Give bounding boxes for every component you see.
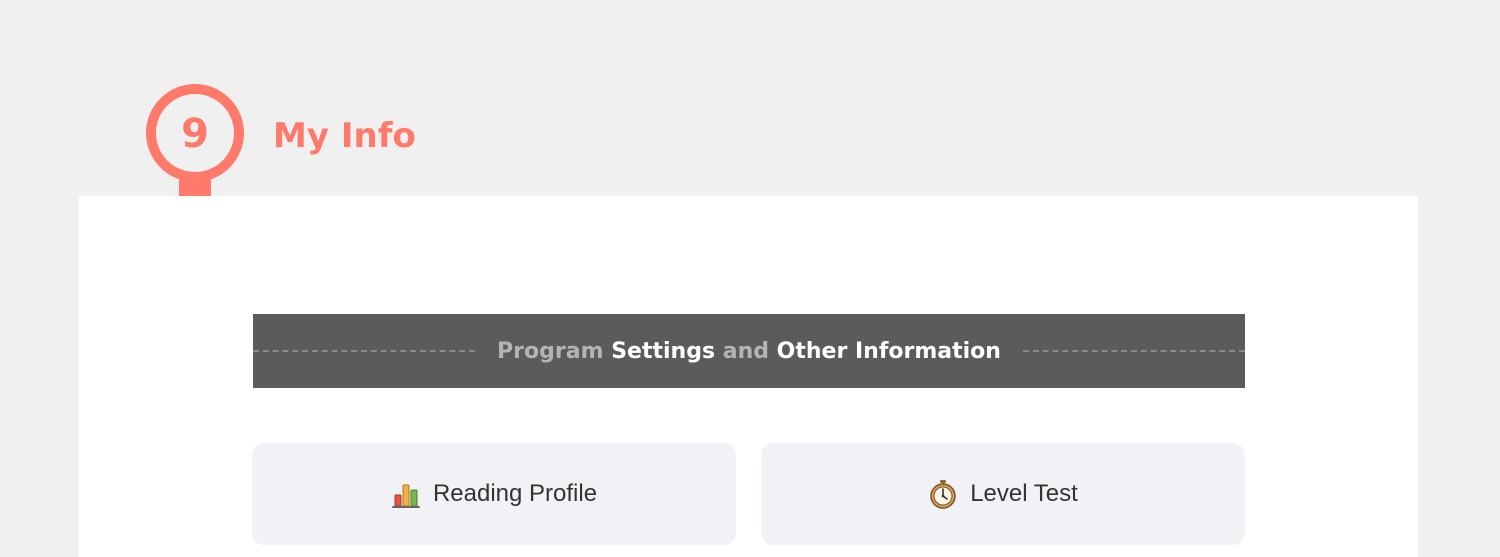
banner-divider-left: [253, 350, 476, 352]
heading-word-other-information: Other Information: [776, 338, 1001, 364]
heading-word-and: and: [722, 338, 769, 364]
level-test-label: Level Test: [970, 480, 1078, 507]
banner-divider-right: [1022, 350, 1245, 352]
reading-profile-button[interactable]: Reading Profile: [252, 443, 736, 545]
stopwatch-icon: [930, 480, 956, 509]
section-banner: Program Settings and Other Information: [253, 314, 1245, 388]
bar-chart-icon: [391, 484, 420, 508]
step-ring: 9: [146, 84, 244, 182]
section-heading: Program Settings and Other Information: [497, 339, 1001, 364]
heading-word-program: Program: [497, 338, 604, 364]
level-test-button[interactable]: Level Test: [761, 443, 1245, 545]
content-card: Program Settings and Other Information R…: [79, 196, 1418, 557]
heading-word-settings: Settings: [611, 338, 716, 364]
step-marker-stem: [179, 178, 211, 196]
reading-profile-label: Reading Profile: [432, 480, 598, 507]
page-title: My Info: [273, 116, 416, 156]
step-marker: 9: [146, 84, 244, 196]
step-number: 9: [181, 111, 209, 157]
